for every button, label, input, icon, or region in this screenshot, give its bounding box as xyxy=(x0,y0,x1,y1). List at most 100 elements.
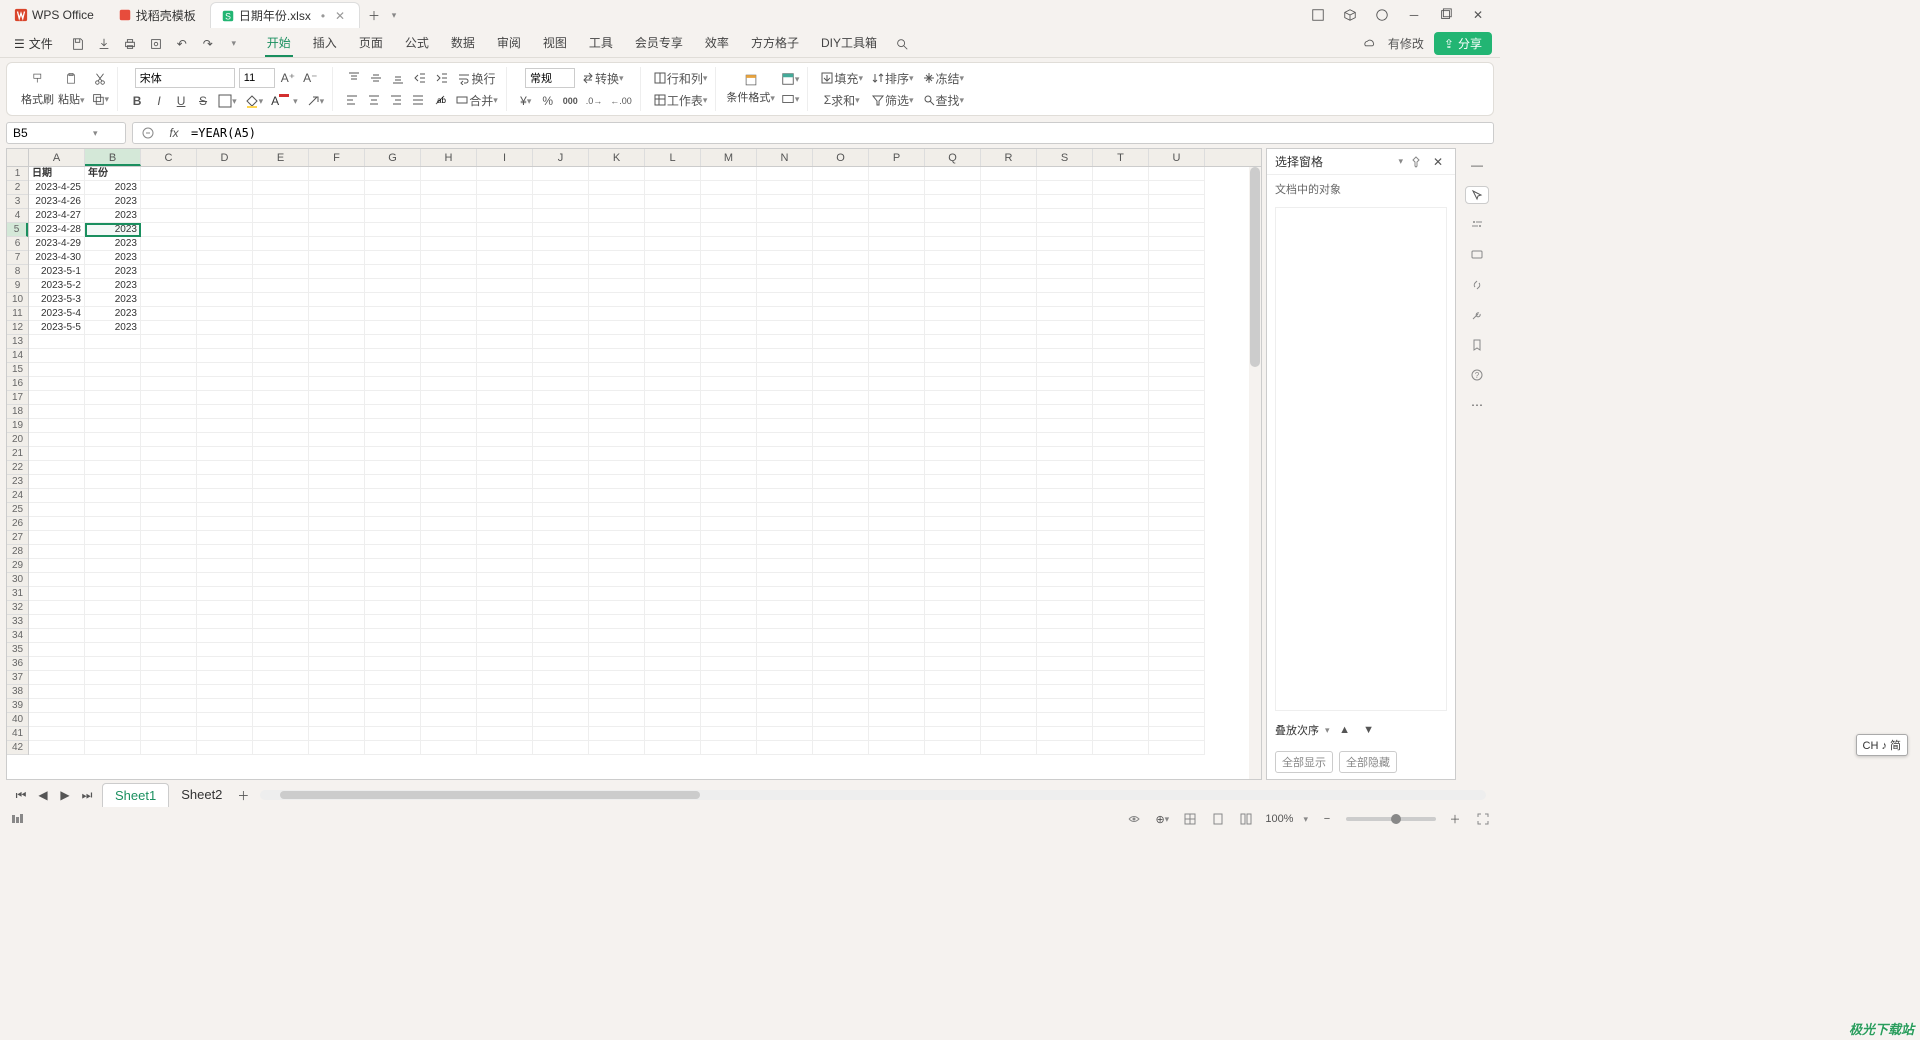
cell[interactable] xyxy=(869,293,925,307)
cell[interactable] xyxy=(925,517,981,531)
column-header[interactable]: L xyxy=(645,149,701,166)
cell[interactable] xyxy=(589,489,645,503)
cell[interactable] xyxy=(589,363,645,377)
cell[interactable] xyxy=(813,419,869,433)
find-button[interactable]: 查找▾ xyxy=(920,91,967,109)
cell[interactable] xyxy=(701,489,757,503)
column-header[interactable]: Q xyxy=(925,149,981,166)
collapse-panel-icon[interactable]: — xyxy=(1468,156,1486,174)
cell[interactable] xyxy=(701,727,757,741)
cell[interactable] xyxy=(701,377,757,391)
cell[interactable] xyxy=(813,531,869,545)
cell[interactable] xyxy=(365,601,421,615)
cell[interactable] xyxy=(645,727,701,741)
cell[interactable] xyxy=(813,377,869,391)
cell[interactable] xyxy=(365,671,421,685)
cell[interactable] xyxy=(141,461,197,475)
row-header[interactable]: 35 xyxy=(7,643,28,657)
cell[interactable] xyxy=(1037,293,1093,307)
cell[interactable] xyxy=(1149,685,1205,699)
cell[interactable] xyxy=(1037,573,1093,587)
cell[interactable] xyxy=(981,405,1037,419)
horizontal-scroll-thumb[interactable] xyxy=(280,791,700,799)
cell[interactable] xyxy=(253,391,309,405)
cell[interactable] xyxy=(253,559,309,573)
cell[interactable] xyxy=(869,629,925,643)
cell[interactable] xyxy=(757,293,813,307)
minimize-button[interactable]: ─ xyxy=(1404,5,1424,25)
cell[interactable] xyxy=(477,167,533,181)
cell[interactable] xyxy=(981,181,1037,195)
sum-button[interactable]: Σ求和▾ xyxy=(822,91,862,109)
merge-button[interactable]: 合并▾ xyxy=(453,91,500,109)
cell[interactable] xyxy=(197,405,253,419)
cut-icon[interactable] xyxy=(91,70,109,88)
cell[interactable] xyxy=(869,489,925,503)
cell[interactable] xyxy=(925,741,981,755)
cell[interactable] xyxy=(757,615,813,629)
cell[interactable] xyxy=(589,405,645,419)
row-header[interactable]: 25 xyxy=(7,503,28,517)
cell[interactable] xyxy=(253,699,309,713)
cell[interactable] xyxy=(29,699,85,713)
cell[interactable] xyxy=(29,741,85,755)
cell[interactable] xyxy=(365,713,421,727)
cell[interactable] xyxy=(589,251,645,265)
cell[interactable] xyxy=(309,377,365,391)
cell[interactable] xyxy=(477,335,533,349)
cell[interactable] xyxy=(1093,727,1149,741)
cell[interactable] xyxy=(1093,671,1149,685)
cell[interactable] xyxy=(365,643,421,657)
sheet-tab[interactable]: Sheet1 xyxy=(102,783,169,807)
cell[interactable] xyxy=(757,391,813,405)
cell[interactable] xyxy=(85,447,141,461)
cell[interactable] xyxy=(533,251,589,265)
cell[interactable] xyxy=(197,741,253,755)
cell[interactable]: 2023 xyxy=(85,265,141,279)
cell[interactable] xyxy=(1093,573,1149,587)
cell[interactable] xyxy=(645,181,701,195)
cell[interactable] xyxy=(645,531,701,545)
align-center-icon[interactable] xyxy=(365,91,383,109)
cell[interactable] xyxy=(533,223,589,237)
cell[interactable] xyxy=(981,251,1037,265)
cell[interactable] xyxy=(309,181,365,195)
cell[interactable] xyxy=(253,321,309,335)
cell[interactable] xyxy=(421,461,477,475)
cell[interactable] xyxy=(85,727,141,741)
cell[interactable] xyxy=(925,433,981,447)
close-window-button[interactable]: ✕ xyxy=(1468,5,1488,25)
cell[interactable] xyxy=(85,419,141,433)
cell[interactable] xyxy=(1037,349,1093,363)
menu-tab-审阅[interactable]: 审阅 xyxy=(495,30,523,57)
cancel-formula-icon[interactable] xyxy=(139,124,157,142)
cell[interactable] xyxy=(645,279,701,293)
cell[interactable] xyxy=(981,349,1037,363)
cell[interactable] xyxy=(85,461,141,475)
cell[interactable] xyxy=(309,293,365,307)
share-button[interactable]: ⇪ 分享 xyxy=(1434,32,1492,55)
cell[interactable] xyxy=(701,671,757,685)
cell[interactable] xyxy=(589,307,645,321)
cell[interactable] xyxy=(1149,727,1205,741)
cell[interactable] xyxy=(197,531,253,545)
cell[interactable] xyxy=(477,279,533,293)
cell[interactable] xyxy=(477,517,533,531)
add-sheet-button[interactable]: ＋ xyxy=(234,786,252,804)
cell[interactable] xyxy=(1037,713,1093,727)
cell[interactable] xyxy=(1149,391,1205,405)
cell[interactable] xyxy=(1149,321,1205,335)
column-header[interactable]: R xyxy=(981,149,1037,166)
cell[interactable]: 年份 xyxy=(85,167,141,181)
cell[interactable] xyxy=(869,349,925,363)
cell[interactable] xyxy=(1037,657,1093,671)
cell[interactable] xyxy=(925,447,981,461)
cell[interactable] xyxy=(645,559,701,573)
cell[interactable] xyxy=(253,167,309,181)
cell[interactable] xyxy=(309,461,365,475)
wrap-text-button[interactable]: 换行 xyxy=(455,69,497,87)
row-header[interactable]: 40 xyxy=(7,713,28,727)
cell[interactable] xyxy=(813,615,869,629)
align-justify-icon[interactable] xyxy=(409,91,427,109)
row-header[interactable]: 24 xyxy=(7,489,28,503)
